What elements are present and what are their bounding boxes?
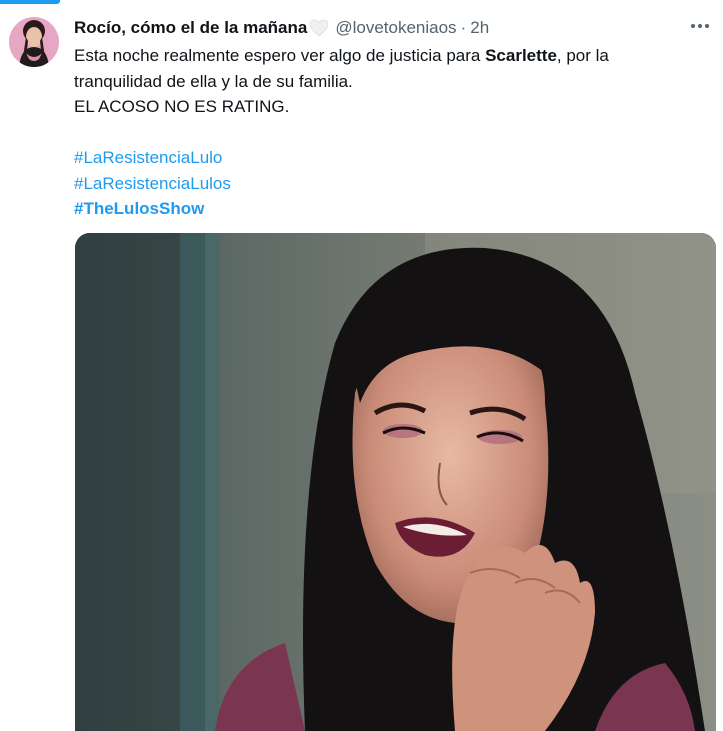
top-progress-accent (0, 0, 60, 4)
photo-woman-smiling (75, 233, 716, 731)
tweet-text-bold-name: Scarlette (485, 46, 557, 65)
hashtag-link[interactable]: #TheLulosShow (74, 196, 704, 222)
tweet-text-line-1-suffix: , por la (556, 46, 609, 65)
author-handle[interactable]: @lovetokeniaos (335, 18, 456, 38)
tweet-text-line-1: Esta noche realmente espero ver algo de … (74, 43, 704, 69)
avatar[interactable] (9, 17, 59, 67)
more-options-icon[interactable] (687, 16, 713, 36)
author-display-name[interactable]: Rocío, cómo el de la mañana (74, 18, 307, 38)
header-separator: · (460, 18, 467, 37)
white-heart-icon (309, 19, 329, 37)
hashtag-link[interactable]: #LaResistenciaLulos (74, 171, 704, 197)
hashtag-link[interactable]: #LaResistenciaLulo (74, 145, 704, 171)
top-progress-bar (0, 0, 723, 4)
tweet-text-line-2: tranquilidad de ella y la de su familia. (74, 71, 353, 91)
tweet-header: Rocío, cómo el de la mañana @lovetokenia… (74, 16, 683, 40)
avatar-image (9, 17, 59, 67)
tweet-text-line-1-prefix: Esta noche realmente espero ver algo de … (74, 46, 486, 65)
tweet-text-line-3: EL ACOSO NO ES RATING. (74, 97, 290, 116)
tweet-media-photo[interactable] (75, 233, 716, 731)
tweet-text: Esta noche realmente espero ver algo de … (74, 43, 704, 222)
tweet-timestamp[interactable]: 2h (470, 18, 489, 38)
